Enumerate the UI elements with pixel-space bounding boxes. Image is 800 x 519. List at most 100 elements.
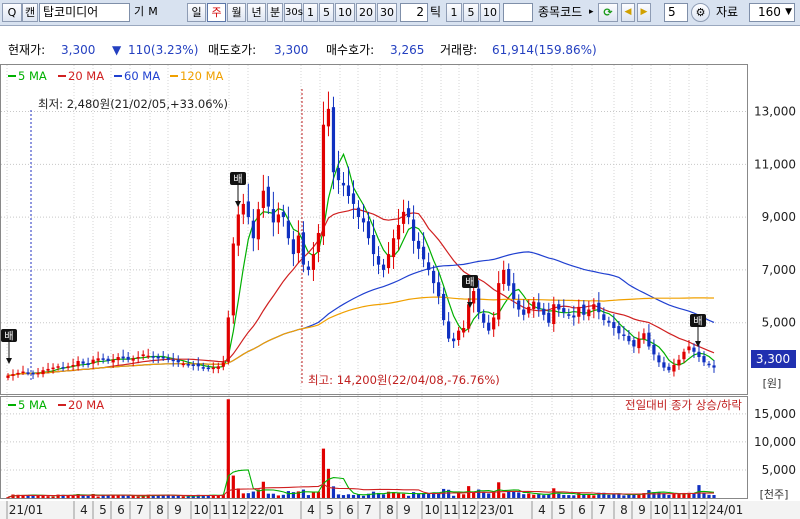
candle-body bbox=[642, 333, 646, 340]
minute-20-button[interactable]: 20 bbox=[356, 3, 376, 22]
candle-body bbox=[106, 358, 110, 361]
tick-5-button[interactable]: 5 bbox=[463, 3, 479, 22]
volume-bar bbox=[657, 492, 661, 498]
chevron-down-icon[interactable]: ▼ bbox=[785, 4, 792, 21]
candle-body bbox=[121, 356, 125, 359]
candle-body bbox=[547, 312, 551, 323]
volume-bar bbox=[131, 496, 135, 498]
candle-body bbox=[512, 283, 516, 299]
candle-body bbox=[542, 308, 546, 315]
step-value-field[interactable]: 5 bbox=[664, 3, 688, 22]
volume-bar bbox=[36, 495, 40, 498]
x-tick-label: 12 bbox=[691, 503, 706, 517]
data-count-select[interactable]: 160 ▼ bbox=[749, 3, 795, 22]
volume-bar bbox=[226, 399, 230, 498]
stock-name-field[interactable]: 탑코미디어 bbox=[39, 3, 130, 22]
volume-bar bbox=[622, 495, 626, 498]
m-button[interactable]: M bbox=[146, 3, 160, 22]
x-tick-label: 5 bbox=[558, 503, 566, 517]
x-tick-label: 8 bbox=[156, 503, 164, 517]
code-dropdown-arrow-icon[interactable]: ▸ bbox=[589, 4, 594, 21]
volume-axis: 5,000 10,000 15,000 bbox=[754, 407, 796, 477]
volume-caption: 전일대비 종가 상승/하락 bbox=[625, 398, 742, 412]
candle-body bbox=[411, 219, 416, 241]
legend-label: 120 MA bbox=[180, 69, 224, 83]
candle-body bbox=[442, 293, 446, 321]
volume-bar bbox=[517, 492, 521, 498]
candle-body bbox=[51, 367, 55, 370]
volume-bar bbox=[311, 492, 316, 498]
tick-count-field[interactable] bbox=[503, 3, 533, 22]
refresh-icon[interactable]: ⟳ bbox=[598, 3, 618, 22]
candle-body bbox=[186, 364, 190, 366]
volume-bar bbox=[136, 496, 140, 498]
minute-1-button[interactable]: 1 bbox=[303, 3, 318, 22]
minute-button[interactable]: 분 bbox=[267, 3, 283, 22]
down-arrow-icon: ▼ bbox=[112, 43, 122, 57]
volume-bar bbox=[351, 494, 356, 498]
gi-button[interactable]: 기 bbox=[132, 3, 146, 22]
x-tick-label: 11 bbox=[443, 503, 458, 517]
candle-body bbox=[41, 370, 45, 375]
settings-gear-icon[interactable]: ⚙ bbox=[691, 3, 710, 22]
candle-body bbox=[181, 363, 185, 366]
minute-30-button[interactable]: 30 bbox=[377, 3, 397, 22]
candle-body bbox=[351, 193, 356, 204]
volume-tick-label: 5,000 bbox=[762, 463, 796, 477]
candle-body bbox=[6, 375, 10, 378]
candle-body bbox=[662, 362, 666, 368]
tick-10-button[interactable]: 10 bbox=[480, 3, 500, 22]
volume-bar bbox=[301, 489, 306, 498]
tick-1-button[interactable]: 1 bbox=[446, 3, 462, 22]
candle-body bbox=[361, 218, 366, 223]
volume-bar bbox=[96, 496, 100, 498]
volume-bar bbox=[542, 495, 546, 498]
candle-body bbox=[647, 332, 651, 347]
minute-value-field[interactable]: 30s bbox=[284, 3, 303, 22]
candle-body bbox=[61, 367, 65, 369]
period-week-button[interactable]: 주 bbox=[207, 3, 226, 22]
candle-body bbox=[572, 315, 576, 318]
volume-bar bbox=[562, 494, 566, 498]
candle-body bbox=[201, 367, 205, 369]
volume-bar bbox=[572, 495, 576, 498]
volume-bar bbox=[276, 495, 280, 498]
candle-body bbox=[161, 356, 165, 359]
candle-body bbox=[86, 363, 90, 365]
minute-10-button[interactable]: 10 bbox=[335, 3, 355, 22]
period-month-button[interactable]: 월 bbox=[227, 3, 246, 22]
candle-body bbox=[672, 364, 676, 372]
x-tick-label: 12 bbox=[231, 503, 246, 517]
period-day-button[interactable]: 일 bbox=[187, 3, 206, 22]
volume-bar bbox=[482, 492, 486, 498]
candle-body bbox=[687, 346, 691, 351]
current-price-tag-label: 3,300 bbox=[756, 352, 790, 366]
x-tick-label: 7 bbox=[598, 503, 606, 517]
volume-bar bbox=[452, 495, 456, 498]
next-arrow-icon[interactable]: ▶ bbox=[637, 3, 651, 22]
high-annotation: 최고: 14,200원(22/04/08,-76.76%) bbox=[308, 373, 500, 387]
minute-5-button[interactable]: 5 bbox=[319, 3, 334, 22]
jump-button[interactable]: 캔 bbox=[22, 3, 38, 22]
quote-info-bar: 현재가: 3,300 ▼ 110(3.23%) 매도호가: 3,300 매수호가… bbox=[0, 40, 800, 60]
candle-body bbox=[712, 365, 716, 368]
candle-body bbox=[376, 256, 381, 265]
candle-body bbox=[577, 306, 581, 317]
candle-body bbox=[241, 203, 245, 215]
volume-bar bbox=[537, 494, 541, 498]
volume-bar bbox=[522, 494, 526, 498]
candle-body bbox=[467, 304, 471, 329]
code-label: 종목코드 bbox=[538, 5, 583, 19]
prev-arrow-icon[interactable]: ◀ bbox=[621, 3, 635, 22]
volume-bar bbox=[326, 468, 331, 498]
tick-value-field[interactable]: 2 bbox=[400, 3, 428, 22]
period-year-button[interactable]: 년 bbox=[247, 3, 266, 22]
stock-chart[interactable]: 5 MA 20 MA 60 MA 120 MA 5 MA 20 MA 전일대비 종가 상… bbox=[0, 62, 800, 519]
volume-bar bbox=[502, 493, 506, 498]
candle-body bbox=[141, 354, 145, 357]
search-icon[interactable]: Q bbox=[2, 3, 22, 22]
volume-bar bbox=[171, 495, 175, 498]
x-tick-label: 10 bbox=[653, 503, 668, 517]
candle-body bbox=[652, 344, 656, 355]
volume-bar bbox=[336, 494, 341, 498]
